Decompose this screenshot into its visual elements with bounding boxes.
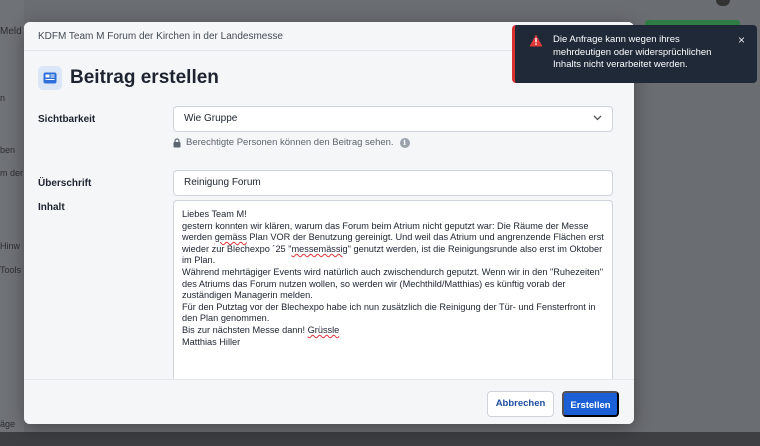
modal-title: Beitrag erstellen xyxy=(70,67,219,88)
info-icon[interactable]: i xyxy=(399,137,410,148)
visibility-select[interactable]: Wie Gruppe xyxy=(173,106,613,132)
content-line: Für den Putztag vor der Blechexpo habe i… xyxy=(182,301,596,324)
background-text: ben xyxy=(0,145,16,155)
post-icon xyxy=(38,66,62,90)
content-line: Bis zur nächsten Messe dann! Grüssle xyxy=(182,324,340,335)
visibility-value: Wie Gruppe xyxy=(184,113,238,124)
background-avatar xyxy=(716,0,730,6)
content-line: Liebes Team M! xyxy=(182,209,247,219)
background-sidebar xyxy=(0,0,24,446)
background-text: Tools xyxy=(0,265,22,275)
background-text: Meld xyxy=(0,26,22,37)
heading-value: Reinigung Forum xyxy=(184,177,261,188)
visibility-label: Sichtbarkeit xyxy=(38,114,96,125)
visibility-hint-text: Berechtigte Personen können den Beitrag … xyxy=(186,137,394,148)
warning-icon xyxy=(529,34,543,47)
content-line: Während mehrtägiger Events wird natürlic… xyxy=(182,266,604,301)
content-line: Matthias Hiller xyxy=(182,336,241,347)
visibility-hint: Berechtigte Personen können den Beitrag … xyxy=(173,137,410,148)
content-textarea[interactable]: Liebes Team M! gestern konnten wir kläre… xyxy=(173,200,613,390)
modal-footer: Abbrechen Erstellen xyxy=(24,379,634,424)
lock-icon xyxy=(173,137,181,147)
toast-message: Die Anfrage kann wegen ihres mehrdeutige… xyxy=(553,34,712,70)
modal-header: Beitrag erstellen xyxy=(38,66,219,90)
background-bottom-bar xyxy=(0,432,760,446)
close-icon[interactable]: × xyxy=(738,34,745,47)
create-button[interactable]: Erstellen xyxy=(562,391,619,417)
background-text: n xyxy=(0,93,6,103)
chevron-down-icon xyxy=(593,115,602,121)
background-text: Hinw xyxy=(0,241,21,251)
cancel-button[interactable]: Abbrechen xyxy=(487,391,554,417)
content-line: gestern konnten wir klären, warum das Fo… xyxy=(182,220,604,266)
error-toast: Die Anfrage kann wegen ihres mehrdeutige… xyxy=(512,25,757,83)
background-text: m der xyxy=(0,168,24,178)
heading-input[interactable]: Reinigung Forum xyxy=(173,170,613,196)
content-label: Inhalt xyxy=(38,202,65,213)
background-text: äge xyxy=(0,419,16,429)
heading-label: Überschrift xyxy=(38,178,92,189)
